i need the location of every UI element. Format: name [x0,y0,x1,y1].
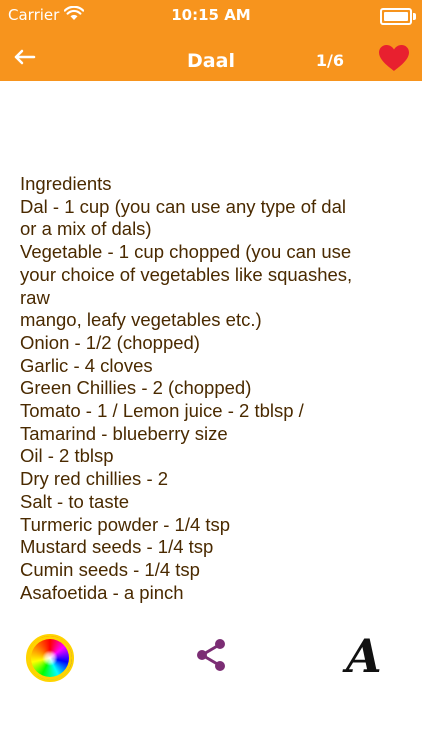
ingredient-line: your choice of vegetables like squashes, [20,263,353,285]
ingredient-line: Dry red chillies - 2 [20,468,169,490]
ingredient-line: raw [20,286,50,308]
page-title: Daal [187,50,235,72]
ingredient-line: Salt - to taste [20,490,129,512]
share-icon[interactable] [193,637,229,673]
ingredient-line: Onion - 1/2 (chopped) [20,331,200,353]
ingredient-line: Green Chillies - 2 (chopped) [20,377,252,399]
page-counter: 1/6 [315,51,344,70]
ingredient-line: Garlic - 4 cloves [20,354,153,376]
ingredient-line: Oil - 2 tblsp [20,445,114,467]
color-wheel-icon[interactable] [26,634,74,682]
battery-icon [380,8,416,25]
recipe-content: Ingredients Dal - 1 cup (you can use any … [20,173,400,603]
ingredient-line: Dal - 1 cup (you can use any type of dal [20,195,346,217]
ingredient-line: Ingredients [20,173,112,194]
ingredient-line: Asafoetida - a pinch [20,581,184,603]
heart-icon[interactable] [378,44,410,72]
ingredient-line: mango, leafy vegetables etc.) [20,309,262,331]
ingredient-line: or a mix of dals) [20,218,152,240]
ingredient-line: Mustard seeds - 1/4 tsp [20,536,214,558]
status-bar: Carrier 10:15 AM [0,0,422,30]
ingredient-line: Turmeric powder - 1/4 tsp [20,513,231,535]
ingredient-line: Vegetable - 1 cup chopped (you can use [20,241,352,263]
font-icon[interactable]: A [346,629,382,683]
ingredient-line: Tomato - 1 / Lemon juice - 2 tblsp / [20,400,304,422]
ingredient-line: Cumin seeds - 1/4 tsp [20,558,200,580]
ingredient-line: Tamarind - blueberry size [20,422,228,444]
status-time: 10:15 AM [171,6,251,24]
